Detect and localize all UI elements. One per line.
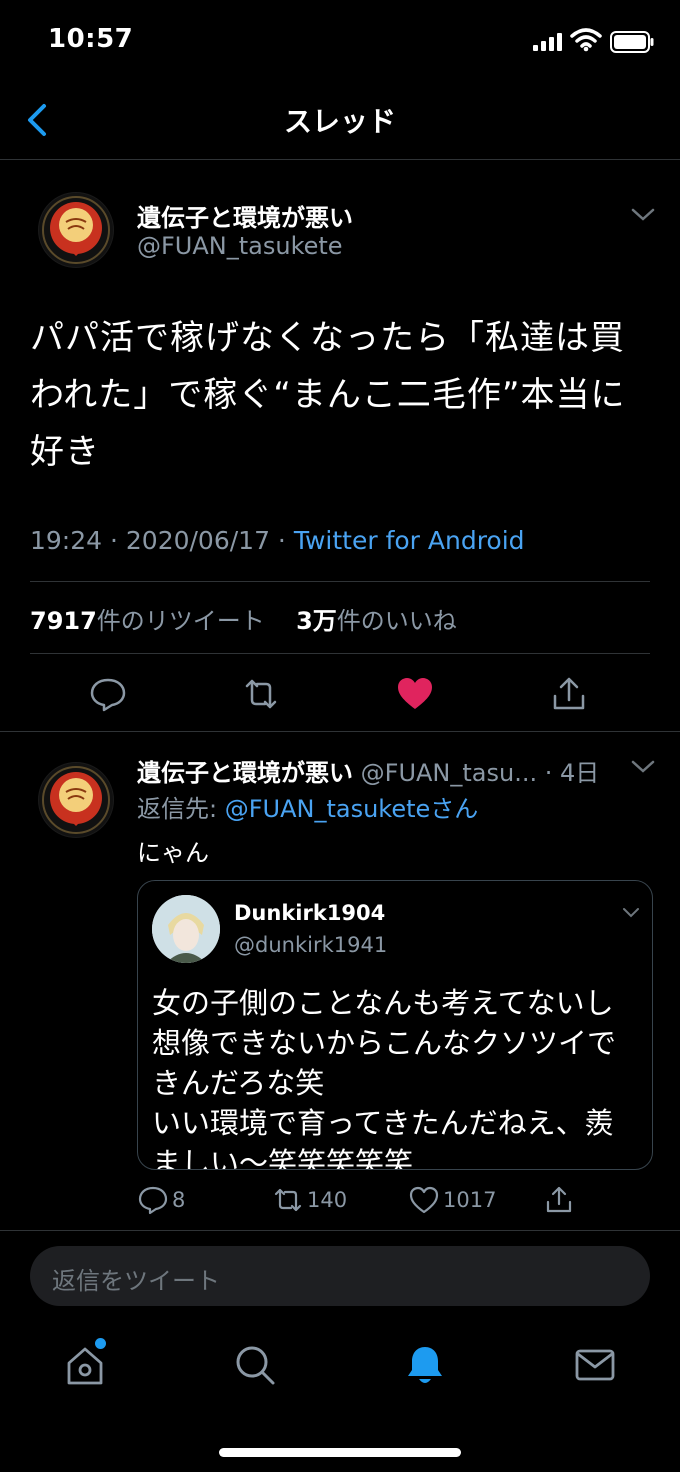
status-time: 10:57 bbox=[48, 24, 134, 54]
quote-text: 女の子側のことなんも考えてないし想像できないからこんなクソツイできんだろな笑 い… bbox=[152, 986, 617, 1170]
battery-icon bbox=[610, 31, 654, 53]
reply-like-icon[interactable] bbox=[408, 1184, 440, 1216]
quote-chevron-down-icon[interactable] bbox=[622, 907, 640, 919]
notifications-icon[interactable] bbox=[403, 1343, 447, 1387]
reply-display-name[interactable]: 遺伝子と環境が悪い bbox=[137, 759, 353, 787]
reply-like-count[interactable]: 1017 bbox=[443, 1188, 496, 1212]
reply-input[interactable]: 返信をツイート bbox=[30, 1246, 650, 1306]
meta-divider bbox=[30, 581, 650, 582]
reply-age: 4日 bbox=[560, 759, 600, 787]
chevron-down-icon[interactable] bbox=[630, 207, 656, 223]
retweet-label[interactable]: 件のリツイート bbox=[97, 607, 265, 635]
stats-divider bbox=[30, 653, 650, 654]
reply-chevron-down-icon[interactable] bbox=[630, 759, 656, 775]
retweet-count[interactable]: 7917 bbox=[30, 607, 97, 635]
header-divider bbox=[0, 159, 680, 160]
retweet-icon[interactable] bbox=[241, 674, 281, 714]
reply-avatar-image bbox=[39, 763, 113, 837]
tweet-source-link[interactable]: Twitter for Android bbox=[294, 526, 525, 555]
tweet-date: 2020/06/17 bbox=[125, 526, 270, 555]
reply-avatar[interactable] bbox=[38, 762, 114, 838]
like-label[interactable]: 件のいいね bbox=[337, 607, 457, 635]
replying-to-link[interactable]: @FUAN_tasuketeさん bbox=[225, 795, 479, 823]
user-handle[interactable]: @FUAN_tasukete bbox=[137, 232, 343, 260]
quoted-tweet[interactable]: Dunkirk1904 @dunkirk1941 女の子側のことなんも考えてない… bbox=[137, 880, 653, 1170]
reply-icon[interactable] bbox=[88, 674, 128, 714]
reply-share-icon[interactable] bbox=[543, 1184, 575, 1216]
replying-to: 返信先: @FUAN_tasuketeさん bbox=[137, 789, 478, 824]
reply-text: にゃん bbox=[137, 839, 209, 867]
reply-retweet-icon[interactable] bbox=[272, 1184, 304, 1216]
reply-retweet-count[interactable]: 140 bbox=[307, 1188, 347, 1212]
tweet-text: パパ活で稼げなくなったら「私達は買われた」で稼ぐ“まんこ二毛作”本当に好き bbox=[30, 318, 626, 472]
messages-icon[interactable] bbox=[573, 1343, 617, 1387]
tweet-divider bbox=[0, 731, 680, 732]
home-notification-dot bbox=[95, 1338, 106, 1349]
quote-avatar-image bbox=[152, 895, 220, 963]
replying-to-prefix: 返信先: bbox=[137, 795, 218, 823]
home-indicator[interactable] bbox=[219, 1448, 461, 1457]
share-icon[interactable] bbox=[549, 674, 589, 714]
reply-divider bbox=[0, 1230, 680, 1231]
reply-input-placeholder: 返信をツイート bbox=[52, 1267, 220, 1295]
avatar-image bbox=[39, 193, 113, 267]
quote-avatar bbox=[152, 895, 220, 963]
display-name[interactable]: 遺伝子と環境が悪い bbox=[137, 198, 353, 233]
like-icon-filled[interactable] bbox=[395, 674, 435, 714]
reply-reply-count[interactable]: 8 bbox=[172, 1188, 185, 1212]
like-count[interactable]: 3万 bbox=[296, 607, 337, 635]
cellular-signal-icon bbox=[533, 33, 562, 51]
tweet-time: 19:24 bbox=[30, 526, 103, 555]
quote-display-name: Dunkirk1904 bbox=[234, 901, 386, 925]
wifi-icon bbox=[570, 28, 602, 52]
tweet-stats: 7917件のリツイート 3万件のいいね bbox=[30, 601, 457, 636]
page-title: スレッド bbox=[283, 105, 396, 138]
avatar[interactable] bbox=[38, 192, 114, 268]
tweet-meta: 19:24 · 2020/06/17 · Twitter for Android bbox=[30, 526, 525, 555]
reply-handle[interactable]: @FUAN_tasu... bbox=[361, 759, 537, 787]
home-icon[interactable] bbox=[63, 1343, 107, 1387]
search-icon[interactable] bbox=[233, 1343, 277, 1387]
reply-reply-icon[interactable] bbox=[137, 1184, 169, 1216]
quote-handle: @dunkirk1941 bbox=[234, 933, 388, 957]
reply-header: 遺伝子と環境が悪い @FUAN_tasu... · 4日 bbox=[137, 759, 600, 787]
